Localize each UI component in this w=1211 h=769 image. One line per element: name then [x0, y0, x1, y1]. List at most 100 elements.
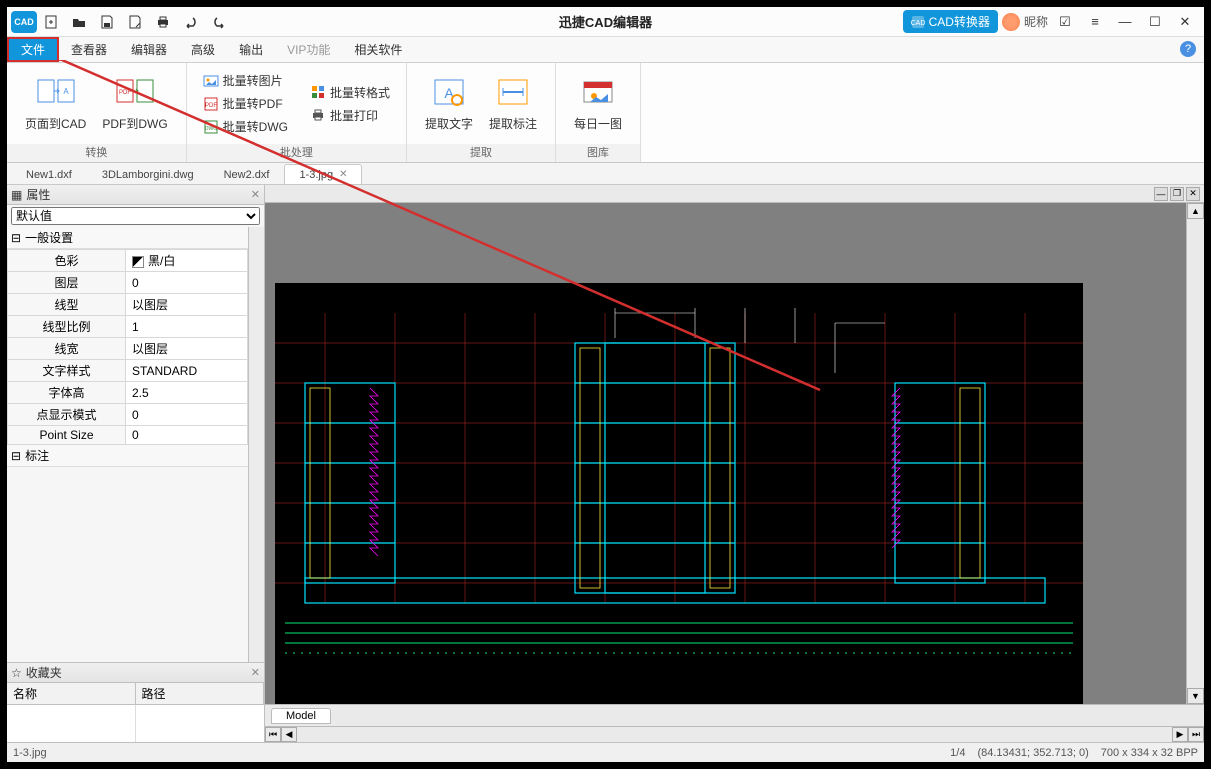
canvas-vertical-scrollbar[interactable]: ▲ ▼ [1186, 203, 1204, 704]
menu-icon[interactable]: ≡ [1082, 11, 1108, 33]
scroll-left-icon[interactable]: ◀ [281, 727, 297, 742]
svg-text:PDF: PDF [205, 103, 217, 109]
svg-text:A: A [63, 87, 69, 96]
prop-row-layer[interactable]: 图层0 [8, 272, 248, 294]
favorites-body [7, 705, 264, 742]
fav-col-name[interactable]: 名称 [7, 683, 136, 704]
pdf-to-dwg-button[interactable]: PDF PDF到DWG [94, 71, 175, 136]
document-tabs: New1.dxf 3DLamborgini.dwg New2.dxf 1-3.j… [7, 163, 1204, 185]
canvas-minimize-icon[interactable]: — [1154, 187, 1168, 201]
panel-close-icon[interactable]: ✕ [251, 188, 260, 201]
titlebar: CAD 迅捷CAD编辑器 CAD CAD转换器 昵称 ☑ ≡ — ☐ ✕ [7, 7, 1204, 37]
properties-icon: ▦ [11, 188, 22, 202]
menu-advanced[interactable]: 高级 [179, 37, 227, 62]
print-icon[interactable] [149, 10, 177, 34]
status-page: 1/4 [950, 747, 965, 759]
extract-text-button[interactable]: A 提取文字 [417, 71, 481, 136]
scroll-right-far-icon[interactable]: ⏭ [1188, 727, 1204, 742]
menubar: 文件 查看器 编辑器 高级 输出 VIP功能 相关软件 ? [7, 37, 1204, 63]
doc-tab-3[interactable]: New2.dxf [209, 164, 285, 184]
doc-tab-4[interactable]: 1-3.jpg✕ [284, 164, 362, 184]
help-icon[interactable]: ? [1180, 41, 1196, 57]
ribbon-group-convert: 转换 [7, 144, 186, 162]
favorites-icon: ☆ [11, 666, 22, 680]
save-icon[interactable] [93, 10, 121, 34]
save-as-icon[interactable] [121, 10, 149, 34]
menu-output[interactable]: 输出 [227, 37, 275, 62]
svg-text:CAD: CAD [911, 20, 925, 27]
status-coords: (84.13431; 352.713; 0) [977, 747, 1088, 759]
batch-pdf-button[interactable]: PDF批量转PDF [197, 93, 294, 114]
section-dim[interactable]: ⊟ 标注 [7, 445, 248, 467]
undo-icon[interactable] [177, 10, 205, 34]
feedback-icon[interactable]: ☑ [1052, 11, 1078, 33]
default-value-select[interactable]: 默认值 [11, 207, 260, 225]
menu-vip[interactable]: VIP功能 [275, 37, 342, 62]
status-dims: 700 x 334 x 32 BPP [1101, 747, 1198, 759]
menu-related[interactable]: 相关软件 [342, 37, 414, 62]
menu-file[interactable]: 文件 [7, 37, 59, 62]
batch-dwg-button[interactable]: DWG批量转DWG [197, 116, 294, 137]
menu-editor[interactable]: 编辑器 [119, 37, 179, 62]
maximize-button[interactable]: ☐ [1142, 11, 1168, 33]
canvas-horizontal-scrollbar[interactable]: ⏮ ◀ ▶ ⏭ [265, 726, 1204, 742]
model-tab[interactable]: Model [271, 708, 331, 724]
app-icon: CAD [11, 11, 37, 33]
model-tabs: Model [265, 704, 1204, 726]
canvas-close-icon[interactable]: ✕ [1186, 187, 1200, 201]
properties-table: 色彩黑/白 图层0 线型以图层 线型比例1 线宽以图层 文字样式STANDARD… [7, 249, 248, 445]
user-nickname[interactable]: 昵称 [1002, 13, 1048, 31]
scroll-right-icon[interactable]: ▶ [1172, 727, 1188, 742]
prop-row-textstyle[interactable]: 文字样式STANDARD [8, 360, 248, 382]
doc-tab-1[interactable]: New1.dxf [11, 164, 87, 184]
menu-viewer[interactable]: 查看器 [59, 37, 119, 62]
section-general[interactable]: ⊟ 一般设置 [7, 227, 248, 249]
ribbon-group-extract: 提取 [407, 144, 555, 162]
page-to-cad-button[interactable]: A 页面到CAD [17, 71, 94, 136]
prop-row-pointmode[interactable]: 点显示模式0 [8, 404, 248, 426]
tab-close-icon[interactable]: ✕ [339, 169, 347, 180]
properties-panel-header: ▦ 属性 ✕ [7, 185, 264, 205]
properties-scrollbar[interactable] [248, 227, 264, 662]
scroll-left-far-icon[interactable]: ⏮ [265, 727, 281, 742]
prop-row-pointsize[interactable]: Point Size0 [8, 426, 248, 445]
batch-image-button[interactable]: 批量转图片 [197, 70, 294, 91]
close-button[interactable]: ✕ [1172, 11, 1198, 33]
fav-col-path[interactable]: 路径 [136, 683, 265, 704]
statusbar: 1-3.jpg 1/4 (84.13431; 352.713; 0) 700 x… [7, 742, 1204, 762]
ribbon-group-gallery: 图库 [556, 144, 640, 162]
app-title: 迅捷CAD编辑器 [559, 12, 652, 31]
batch-print-button[interactable]: 批量打印 [304, 105, 396, 126]
canvas-restore-icon[interactable]: ❐ [1170, 187, 1184, 201]
status-file: 1-3.jpg [13, 747, 47, 759]
left-panel: ▦ 属性 ✕ 默认值 ⊟ 一般设置 色彩黑/白 图层0 线型以图层 线型比例1 [7, 185, 265, 742]
daily-image-button[interactable]: 每日一图 [566, 71, 630, 136]
prop-row-lineweight[interactable]: 线宽以图层 [8, 338, 248, 360]
scroll-down-icon[interactable]: ▼ [1187, 688, 1204, 704]
avatar-icon [1002, 13, 1020, 31]
open-icon[interactable] [65, 10, 93, 34]
bw-swatch-icon [132, 256, 144, 268]
viewport[interactable] [265, 203, 1186, 704]
prop-row-ltscale[interactable]: 线型比例1 [8, 316, 248, 338]
doc-tab-2[interactable]: 3DLamborgini.dwg [87, 164, 209, 184]
prop-row-linetype[interactable]: 线型以图层 [8, 294, 248, 316]
minimize-button[interactable]: — [1112, 11, 1138, 33]
ribbon-group-batch: 批处理 [187, 144, 406, 162]
favorites-close-icon[interactable]: ✕ [251, 666, 260, 679]
favorites-panel-header: ☆ 收藏夹 ✕ [7, 663, 264, 683]
extract-dim-button[interactable]: 提取标注 [481, 71, 545, 136]
batch-format-button[interactable]: 批量转格式 [304, 82, 396, 103]
cad-converter-button[interactable]: CAD CAD转换器 [903, 10, 998, 33]
ribbon: A 页面到CAD PDF PDF到DWG 转换 批量转图片 PDF批量转PDF … [7, 63, 1204, 163]
canvas-toolbar: — ❐ ✕ [265, 185, 1204, 203]
cad-drawing [275, 283, 1083, 704]
redo-icon[interactable] [205, 10, 233, 34]
svg-text:PDF: PDF [119, 90, 131, 96]
scroll-up-icon[interactable]: ▲ [1187, 203, 1204, 219]
new-icon[interactable] [37, 10, 65, 34]
prop-row-color[interactable]: 色彩黑/白 [8, 250, 248, 272]
canvas-area: — ❐ ✕ [265, 185, 1204, 742]
svg-text:DWG: DWG [205, 126, 217, 132]
prop-row-textheight[interactable]: 字体高2.5 [8, 382, 248, 404]
